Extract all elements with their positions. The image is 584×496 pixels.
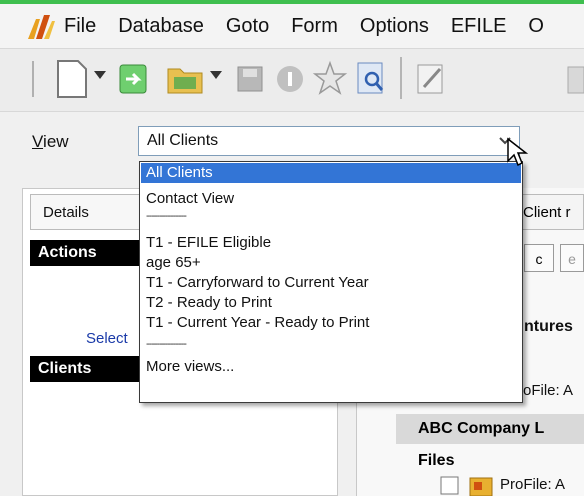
menu-efile[interactable]: EFILE [451, 15, 507, 38]
menu-file[interactable]: File [64, 15, 96, 38]
dropdown-separator: --------------- [146, 210, 187, 222]
dropdown-item-more-views[interactable]: More views... [146, 358, 234, 375]
dropdown-arrow-icon[interactable] [210, 71, 222, 81]
mouse-cursor-icon [507, 137, 529, 167]
open-green-icon[interactable] [116, 59, 152, 99]
dropdown-item-contact-view[interactable]: Contact View [146, 190, 234, 207]
preview-icon[interactable] [354, 59, 390, 99]
folder-icon[interactable] [166, 59, 206, 99]
profile-file-label[interactable]: ProFile: A [500, 476, 565, 493]
clients-header: Clients [30, 356, 140, 382]
menu-form[interactable]: Form [291, 15, 338, 38]
actions-header: Actions [30, 240, 140, 266]
toolbar-overflow-icon[interactable] [566, 59, 584, 99]
menu-overflow[interactable]: O [528, 15, 544, 38]
dropdown-item-t2-ready-to-print[interactable]: T2 - Ready to Print [146, 294, 272, 311]
select-link[interactable]: Select [86, 330, 128, 347]
edit-icon[interactable] [414, 59, 450, 99]
company-header: ABC Company L [396, 414, 584, 444]
files-label: Files [418, 452, 455, 469]
menu-database[interactable]: Database [118, 15, 204, 38]
profile-fragment[interactable]: oFile: A [523, 382, 573, 399]
view-dropdown-list: All Clients Contact View ---------------… [139, 161, 523, 403]
dropdown-separator: --------------- [146, 338, 187, 350]
view-select-value: All Clients [147, 132, 219, 149]
dropdown-item-all-clients[interactable]: All Clients [141, 163, 521, 183]
profile-file-icon [469, 477, 493, 496]
menu-goto[interactable]: Goto [226, 15, 269, 38]
menu-bar: File Database Goto Form Options EFILE O [0, 4, 584, 48]
toolbar-separator [400, 57, 402, 99]
save-icon[interactable] [232, 59, 268, 99]
star-icon[interactable] [312, 59, 348, 99]
entity-fragment: ntures [524, 318, 573, 335]
menu-options[interactable]: Options [360, 15, 429, 38]
dropdown-arrow-icon[interactable] [94, 71, 106, 81]
dropdown-item-t1-efile-eligible[interactable]: T1 - EFILE Eligible [146, 234, 271, 251]
dropdown-item-t1-carryforward[interactable]: T1 - Carryforward to Current Year [146, 274, 369, 291]
tab-client[interactable]: Client r [514, 194, 584, 230]
dropdown-item-t1-current-year-ready[interactable]: T1 - Current Year - Ready to Print [146, 314, 369, 331]
button-c[interactable]: c [524, 244, 554, 272]
button-e[interactable]: e [560, 244, 584, 272]
dropdown-item-age-65[interactable]: age 65+ [146, 254, 201, 271]
view-label: View [32, 132, 69, 151]
view-select[interactable]: All Clients [138, 126, 520, 156]
toolbar [0, 48, 584, 112]
tab-details[interactable]: Details [30, 194, 140, 230]
profile-app-logo-icon [28, 15, 55, 39]
checkbox[interactable] [440, 476, 460, 496]
info-icon[interactable] [272, 59, 308, 99]
new-document-icon[interactable] [54, 59, 90, 99]
toolbar-grip-icon [32, 61, 34, 97]
